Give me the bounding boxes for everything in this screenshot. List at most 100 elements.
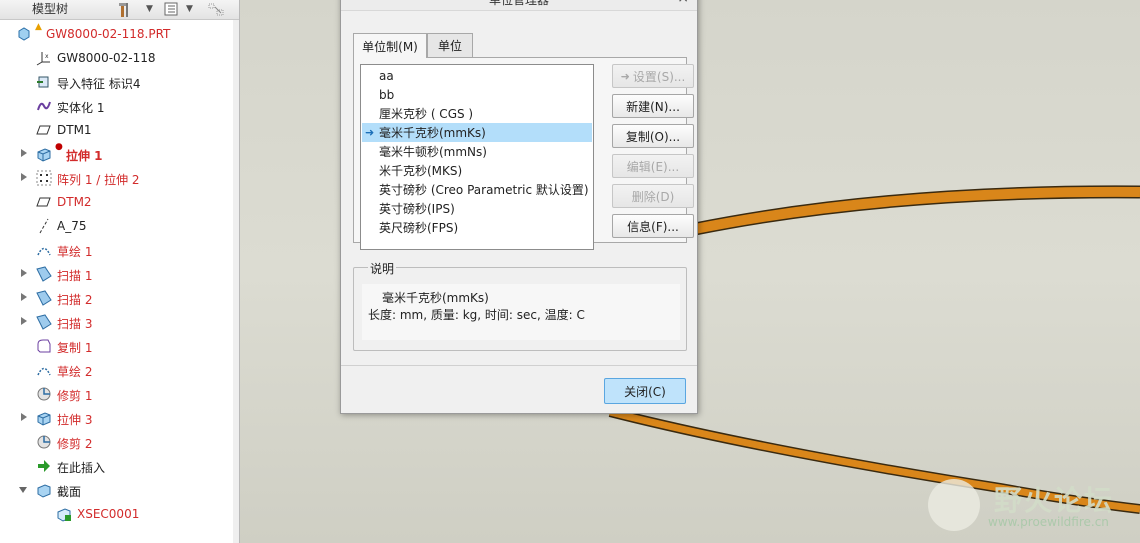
unit-system-label: 英尺磅秒(FPS) bbox=[379, 221, 459, 235]
section-icon bbox=[36, 482, 52, 498]
unit-system-item[interactable]: aa bbox=[362, 66, 592, 85]
tab-unit-systems[interactable]: 单位制(M) bbox=[353, 33, 427, 58]
tree-item-label: 草绘 1 bbox=[57, 245, 93, 259]
sweep-icon bbox=[36, 266, 52, 282]
expand-arrow-icon[interactable] bbox=[21, 413, 27, 421]
tree-item-label: DTM1 bbox=[57, 123, 92, 137]
button-label: 新建(N)... bbox=[626, 99, 680, 114]
button-label: 设置(S)... bbox=[632, 69, 686, 84]
tree-item[interactable]: DTM2 bbox=[0, 190, 236, 214]
model-tree-scrollbar[interactable] bbox=[233, 20, 239, 543]
tree-item[interactable]: 草绘 1 bbox=[0, 238, 236, 262]
set-button[interactable]: ➜ 设置(S)... bbox=[612, 64, 694, 88]
tree-item[interactable]: DTM1 bbox=[0, 118, 236, 142]
info-button[interactable]: 信息(F)... bbox=[612, 214, 694, 238]
tree-item[interactable]: 修剪 1 bbox=[0, 382, 236, 406]
tree-item[interactable]: 复制 1 bbox=[0, 334, 236, 358]
insert-here-icon bbox=[36, 458, 52, 474]
tree-filter-icon[interactable] bbox=[163, 1, 179, 21]
unit-system-label: 英寸磅秒(IPS) bbox=[379, 202, 455, 216]
trim-icon bbox=[36, 434, 52, 450]
tree-item[interactable]: 拉伸 3 bbox=[0, 406, 236, 430]
tree-item[interactable]: 扫描 1 bbox=[0, 262, 236, 286]
delete-button[interactable]: 删除(D) bbox=[612, 184, 694, 208]
unit-systems-panel: aa bb 厘米克秒 ( CGS ) ➜ 毫米千克秒(mmKs) 毫米牛顿秒(mmNs) 米… bbox=[353, 57, 694, 250]
tree-item[interactable]: 扫描 3 bbox=[0, 310, 236, 334]
extrude-icon bbox=[36, 410, 52, 426]
tree-settings-dropdown-icon[interactable]: ▼ bbox=[146, 4, 153, 14]
close-icon[interactable]: × bbox=[677, 0, 689, 6]
copy-button[interactable]: 复制(O)... bbox=[612, 124, 694, 148]
datum-axis-icon bbox=[36, 218, 52, 234]
trim-icon bbox=[36, 386, 52, 402]
expand-arrow-icon[interactable] bbox=[21, 173, 27, 181]
button-label: 删除(D) bbox=[631, 189, 675, 204]
tree-item-label: 修剪 1 bbox=[57, 389, 93, 403]
tree-item[interactable]: ● 拉伸 1 bbox=[0, 142, 236, 166]
tree-item[interactable]: XSEC0001 bbox=[0, 502, 236, 526]
tree-item-label: GW8000-02-118 bbox=[57, 51, 156, 65]
import-feature-icon bbox=[36, 74, 52, 90]
unit-system-label: aa bbox=[379, 68, 394, 83]
tree-item-label: 扫描 2 bbox=[57, 293, 93, 307]
tree-filter-dropdown-icon[interactable]: ▼ bbox=[186, 4, 193, 14]
edit-button[interactable]: 编辑(E)... bbox=[612, 154, 694, 178]
ring-upper-arc bbox=[693, 185, 1140, 236]
extrude-icon bbox=[36, 146, 52, 162]
tree-item-label: 复制 1 bbox=[57, 341, 93, 355]
unit-system-item[interactable]: 英寸磅秒 (Creo Parametric 默认设置) bbox=[362, 180, 592, 199]
expand-arrow-icon[interactable] bbox=[21, 317, 27, 325]
tree-item[interactable]: 扫描 2 bbox=[0, 286, 236, 310]
watermark-text: 野火论坛 bbox=[994, 484, 1115, 517]
expand-arrow-icon[interactable] bbox=[21, 149, 27, 157]
tree-settings-icon[interactable] bbox=[118, 1, 138, 23]
sweep-icon bbox=[36, 290, 52, 306]
unit-system-label: 英寸磅秒 (Creo Parametric 默认设置) bbox=[379, 183, 589, 197]
model-tree-title: 模型树 bbox=[32, 2, 69, 16]
unit-system-item[interactable]: 毫米牛顿秒(mmNs) bbox=[362, 142, 592, 161]
tree-item[interactable]: ▲ GW8000-02-118.PRT bbox=[0, 22, 236, 46]
tree-item-label: 阵列 1 / 拉伸 2 bbox=[57, 173, 140, 187]
tab-units[interactable]: 单位 bbox=[427, 33, 473, 57]
tree-item-label: 截面 bbox=[57, 485, 82, 499]
new-button[interactable]: 新建(N)... bbox=[612, 94, 694, 118]
tree-item[interactable]: A_75 bbox=[0, 214, 236, 238]
tree-item[interactable]: 修剪 2 bbox=[0, 430, 236, 454]
tree-column-icon[interactable] bbox=[207, 1, 227, 21]
tree-item[interactable]: 阵列 1 / 拉伸 2 bbox=[0, 166, 236, 190]
tree-item-label: 扫描 1 bbox=[57, 269, 93, 283]
tree-item[interactable]: 在此插入 bbox=[0, 454, 236, 478]
tree-item[interactable]: x GW8000-02-118 bbox=[0, 46, 236, 70]
watermark-logo-icon bbox=[928, 479, 980, 531]
unit-system-item[interactable]: bb bbox=[362, 85, 592, 104]
model-tree-panel: 模型树 ▼ ▼ ▲ GW8000-02-118.PRT x GW8000-02-118… bbox=[0, 0, 240, 543]
tree-item-label: 实体化 1 bbox=[57, 101, 105, 115]
tree-item[interactable]: 截面 bbox=[0, 478, 236, 502]
description-unit-name: 毫米千克秒(mmKs) bbox=[382, 291, 489, 305]
collapse-arrow-icon[interactable] bbox=[19, 487, 27, 493]
button-label: 信息(F)... bbox=[627, 219, 679, 234]
warning-icon: ▲ bbox=[35, 22, 42, 32]
close-button[interactable]: 关闭(C) bbox=[604, 378, 686, 404]
tree-item[interactable]: 草绘 2 bbox=[0, 358, 236, 382]
unit-system-item[interactable]: 英尺磅秒(FPS) bbox=[362, 218, 592, 237]
tree-item[interactable]: 实体化 1 bbox=[0, 94, 236, 118]
unit-system-item[interactable]: 厘米克秒 ( CGS ) bbox=[362, 104, 592, 123]
unit-system-label: 米千克秒(MKS) bbox=[379, 164, 463, 178]
datum-plane-icon bbox=[36, 194, 52, 210]
unit-system-list[interactable]: aa bb 厘米克秒 ( CGS ) ➜ 毫米千克秒(mmKs) 毫米牛顿秒(mmNs) 米… bbox=[360, 64, 594, 250]
dialog-title: 单位管理器 bbox=[488, 0, 549, 7]
dialog-titlebar[interactable]: 单位管理器 × bbox=[341, 0, 697, 11]
expand-arrow-icon[interactable] bbox=[21, 293, 27, 301]
unit-system-item[interactable]: ➜ 毫米千克秒(mmKs) bbox=[362, 123, 592, 142]
unit-system-item[interactable]: 英寸磅秒(IPS) bbox=[362, 199, 592, 218]
unit-system-item[interactable]: 米千克秒(MKS) bbox=[362, 161, 592, 180]
solidify-icon bbox=[36, 98, 52, 114]
tree-item[interactable]: 导入特征 标识4 bbox=[0, 70, 236, 94]
button-label: 复制(O)... bbox=[625, 129, 681, 144]
tree-item-label: 拉伸 1 bbox=[66, 149, 103, 163]
unit-system-label: 厘米克秒 ( CGS ) bbox=[379, 107, 474, 121]
expand-arrow-icon[interactable] bbox=[21, 269, 27, 277]
tree-item-label: A_75 bbox=[57, 219, 87, 233]
tree-item-label: 在此插入 bbox=[57, 461, 106, 475]
